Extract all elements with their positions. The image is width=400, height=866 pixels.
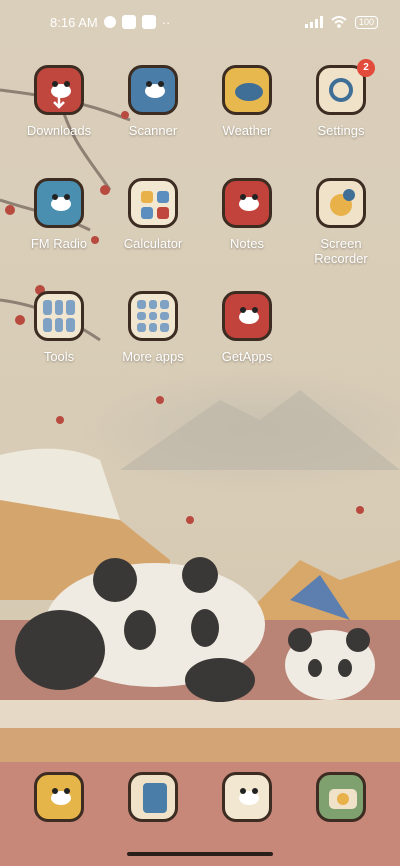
wifi-icon — [331, 16, 347, 28]
app-scanner[interactable]: Scanner — [107, 65, 199, 138]
app-label: Screen Recorder — [314, 236, 368, 266]
dock-contacts[interactable] — [128, 772, 178, 822]
download-icon — [34, 65, 84, 115]
dock-phone[interactable] — [34, 772, 84, 822]
messages-icon — [222, 772, 272, 822]
battery-icon: 100 — [354, 15, 378, 29]
dock-messages[interactable] — [222, 772, 272, 822]
app-label: More apps — [122, 349, 184, 364]
app-downloads[interactable]: Downloads — [13, 65, 105, 138]
app-screen-recorder[interactable]: Screen Recorder — [295, 178, 387, 266]
home-indicator[interactable] — [127, 852, 273, 856]
getapps-icon — [222, 291, 272, 341]
app-folder-tools[interactable]: Tools — [13, 291, 105, 364]
screen-recorder-icon — [316, 178, 366, 228]
app-getapps[interactable]: GetApps — [201, 291, 293, 364]
camera-icon — [316, 772, 366, 822]
app-calculator[interactable]: Calculator — [107, 178, 199, 251]
notification-badge: 2 — [357, 59, 375, 77]
dock-camera[interactable] — [316, 772, 366, 822]
app-label: GetApps — [221, 349, 273, 364]
phone-icon — [34, 772, 84, 822]
scanner-icon — [128, 65, 178, 115]
signal-icon — [304, 16, 323, 28]
app-label: Weather — [222, 123, 272, 138]
folder-icon — [128, 291, 178, 341]
app-label: Settings — [317, 123, 365, 138]
app-label: Scanner — [128, 123, 178, 138]
calculator-icon — [128, 178, 178, 228]
app-notes[interactable]: Notes — [201, 178, 293, 251]
app-settings[interactable]: 2 Settings — [295, 59, 387, 138]
status-time: 8:16 AM — [50, 14, 98, 30]
app-label: Downloads — [26, 123, 92, 138]
app-weather[interactable]: Weather — [201, 65, 293, 138]
app-fm-radio[interactable]: FM Radio — [13, 178, 105, 251]
status-bar: 8:16 AM ·· 100 — [0, 0, 400, 44]
app-folder-more-apps[interactable]: More apps — [107, 291, 199, 364]
status-app-icon-t — [141, 15, 156, 29]
radio-icon — [34, 178, 84, 228]
app-label: Notes — [230, 236, 264, 251]
contacts-icon — [128, 772, 178, 822]
app-label: Tools — [43, 349, 75, 364]
notes-icon — [222, 178, 272, 228]
folder-icon — [34, 291, 84, 341]
status-overflow: ·· — [161, 14, 171, 30]
app-label: Calculator — [123, 236, 183, 251]
status-app-icon — [103, 16, 116, 28]
status-notification-icon — [121, 15, 136, 29]
app-label: FM Radio — [30, 236, 88, 251]
weather-icon — [222, 65, 272, 115]
